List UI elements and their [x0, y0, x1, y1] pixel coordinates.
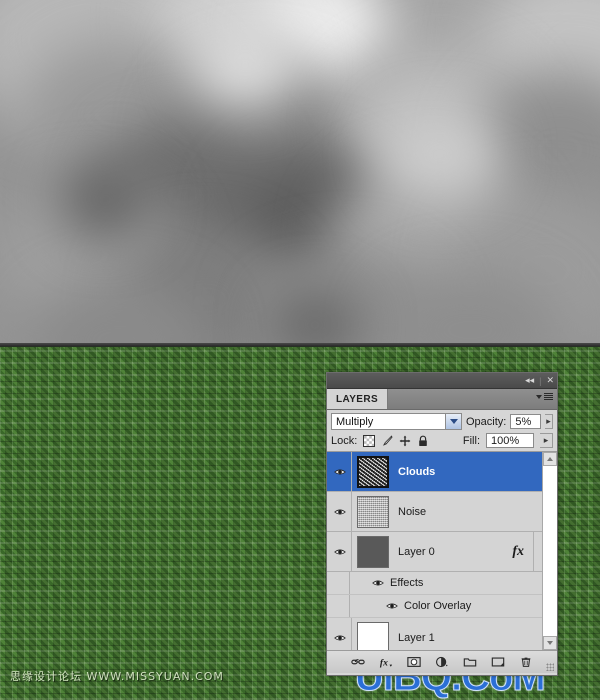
opacity-stepper[interactable]: ▸	[544, 414, 553, 429]
chevron-down-icon[interactable]	[445, 414, 461, 429]
layer-thumbnail[interactable]	[357, 455, 389, 488]
layer-thumbnail[interactable]	[357, 495, 389, 528]
layer-name[interactable]: Layer 0	[394, 546, 435, 558]
blend-mode-row[interactable]: Multiply Opacity: 5% ▸	[327, 410, 557, 432]
panel-menu-icon[interactable]	[536, 393, 553, 400]
layer-thumbnail-cell[interactable]	[352, 535, 394, 568]
panel-tabstrip[interactable]: LAYERS	[327, 389, 557, 410]
scroll-up-arrow-icon[interactable]	[543, 452, 557, 466]
layer-name[interactable]: Layer 1	[394, 632, 435, 644]
eye-icon	[334, 509, 346, 514]
effects-visibility-toggle[interactable]	[370, 577, 386, 589]
fill-stepper[interactable]: ▸	[540, 433, 553, 448]
opacity-label: Opacity:	[466, 415, 507, 428]
link-layers-icon[interactable]	[351, 655, 365, 669]
close-icon[interactable]: ✕	[546, 376, 554, 385]
layer-thumbnail-cell[interactable]	[352, 455, 394, 488]
resize-grip[interactable]	[546, 663, 554, 671]
eye-icon	[334, 469, 346, 474]
layer-thumbnail-cell[interactable]	[352, 495, 394, 528]
opacity-input[interactable]: 5%	[510, 414, 541, 429]
lock-position-icon[interactable]	[399, 435, 411, 447]
forum-watermark: 思缘设计论坛 WWW.MISSYUAN.COM	[10, 670, 224, 683]
new-fill-adjustment-layer-icon[interactable]	[435, 655, 449, 669]
table-row[interactable]: Noise	[327, 492, 557, 532]
lock-image-pixels-icon[interactable]	[381, 434, 393, 447]
layer-thumbnail[interactable]	[357, 621, 389, 650]
layer-name[interactable]: Clouds	[394, 466, 435, 478]
screenshot-root: 思缘设计论坛 WWW.MISSYUAN.COM UiBQ.CoM ◂◂ | ✕ …	[0, 0, 600, 700]
collapse-to-icons-icon[interactable]: ◂◂	[525, 376, 534, 385]
lock-label: Lock:	[331, 434, 358, 447]
lock-row[interactable]: Lock: Fill: 100% ▸	[327, 432, 557, 451]
new-layer-icon[interactable]	[491, 655, 505, 669]
layer-list[interactable]: Clouds Noise Layer 0 fx Effects Color Ov…	[327, 451, 557, 651]
layer-visibility-toggle[interactable]	[329, 492, 352, 531]
eye-icon	[334, 549, 346, 554]
layer-visibility-toggle[interactable]	[329, 618, 352, 650]
eye-icon	[334, 635, 346, 640]
add-layer-mask-icon[interactable]	[407, 655, 421, 669]
titlebar-separator: |	[539, 375, 542, 386]
effect-name[interactable]: Color Overlay	[400, 600, 471, 612]
eye-icon	[372, 580, 384, 586]
fill-input[interactable]: 100%	[486, 433, 534, 448]
layers-panel[interactable]: ◂◂ | ✕ LAYERS Multiply Opacity: 5% ▸ Loc…	[326, 372, 558, 676]
blend-mode-value: Multiply	[336, 415, 374, 428]
layer-name[interactable]: Noise	[394, 506, 426, 518]
layer-list-scrollbar[interactable]	[542, 452, 557, 650]
add-layer-style-icon[interactable]: fx	[379, 655, 393, 669]
effect-visibility-spacer	[327, 595, 350, 617]
delete-layer-icon[interactable]	[519, 655, 533, 669]
panel-menu-triangle-icon	[536, 394, 542, 399]
table-row[interactable]: Clouds	[327, 452, 557, 492]
layer-thumbnail[interactable]	[357, 535, 389, 568]
effects-group-label[interactable]: Effects	[386, 577, 423, 589]
layer-visibility-toggle[interactable]	[329, 532, 352, 571]
lock-all-icon[interactable]	[417, 435, 429, 447]
tab-layers-label: LAYERS	[336, 393, 379, 405]
svg-text:fx: fx	[380, 658, 388, 669]
lock-transparency-icon[interactable]	[363, 434, 376, 447]
tab-layers[interactable]: LAYERS	[327, 389, 389, 409]
effects-group-row[interactable]: Effects	[327, 572, 557, 595]
layer-thumbnail-cell[interactable]	[352, 621, 394, 650]
new-group-icon[interactable]	[463, 655, 477, 669]
panel-menu-bars-icon	[544, 393, 553, 400]
layer-effects-fx-icon[interactable]: fx	[512, 544, 524, 560]
layers-panel-footer[interactable]: fx	[327, 651, 557, 673]
table-row[interactable]: Layer 1	[327, 618, 557, 650]
panel-titlebar[interactable]: ◂◂ | ✕	[327, 373, 557, 389]
layer-visibility-toggle[interactable]	[329, 452, 352, 491]
effect-item-row[interactable]: Color Overlay	[327, 595, 557, 618]
fill-label: Fill:	[462, 434, 480, 447]
eye-icon	[386, 603, 398, 609]
clouds-canvas-area	[0, 0, 600, 347]
effects-visibility-spacer	[327, 572, 350, 594]
effect-visibility-toggle[interactable]	[384, 600, 400, 612]
fx-divider	[533, 532, 534, 571]
blend-mode-select[interactable]: Multiply	[331, 413, 462, 430]
table-row[interactable]: Layer 0 fx	[327, 532, 557, 572]
scroll-down-arrow-icon[interactable]	[543, 636, 557, 650]
